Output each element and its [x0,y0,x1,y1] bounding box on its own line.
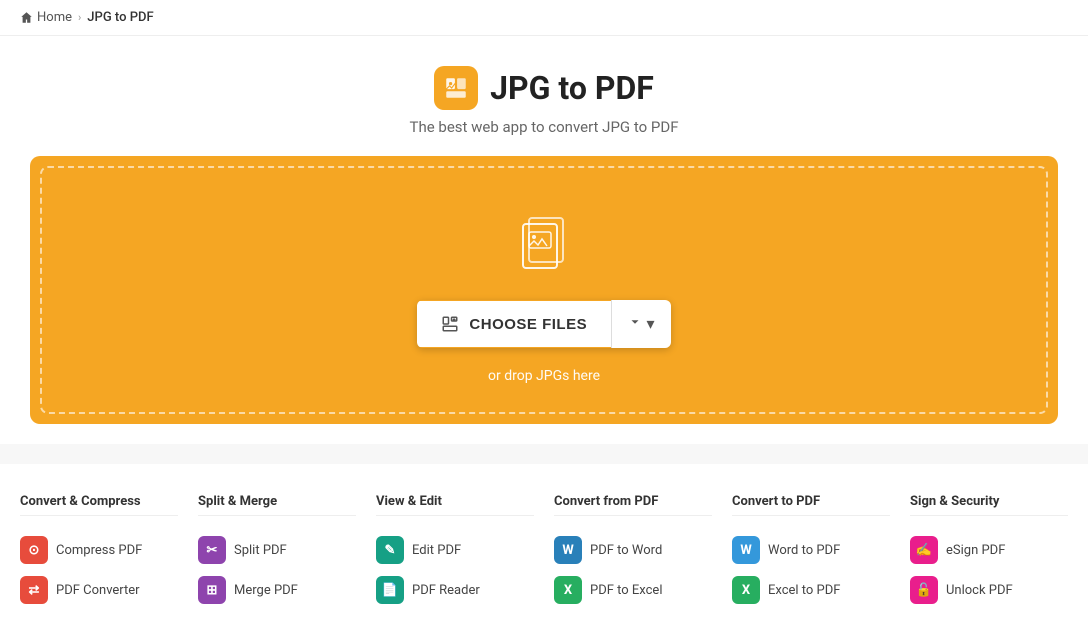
breadcrumb: Home › JPG to PDF [0,0,1088,36]
tool-icon-0-0: ⊙ [20,536,48,564]
tool-label-0-0: Compress PDF [56,543,142,558]
tool-item-3-0[interactable]: W PDF to Word [554,530,712,570]
tools-column-title-2: View & Edit [376,494,534,516]
tool-icon-3-0: W [554,536,582,564]
tools-column-5: Sign & Security ✍ eSign PDF 🔓 Unlock PDF [910,494,1068,610]
tools-column-title-1: Split & Merge [198,494,356,516]
tools-column-title-0: Convert & Compress [20,494,178,516]
tool-icon-2-0: ✎ [376,536,404,564]
tool-label-1-0: Split PDF [234,543,287,558]
tool-label-5-0: eSign PDF [946,543,1005,558]
tool-item-5-0[interactable]: ✍ eSign PDF [910,530,1068,570]
tools-column-1: Split & Merge ✂ Split PDF ⊞ Merge PDF [198,494,356,610]
hero-subtitle: The best web app to convert JPG to PDF [20,118,1068,136]
hero-title-wrapper: JPG to PDF [20,66,1068,110]
tool-item-2-0[interactable]: ✎ Edit PDF [376,530,534,570]
tools-column-4: Convert to PDF W Word to PDF X Excel to PDF [732,494,890,610]
breadcrumb-current: JPG to PDF [87,10,153,25]
tools-grid: Convert & Compress ⊙ Compress PDF ⇄ PDF Conv… [20,494,1068,610]
chevron-down-icon [628,315,642,329]
choose-files-label: CHOOSE FILES [469,316,587,333]
tools-column-title-3: Convert from PDF [554,494,712,516]
tool-icon-1-0: ✂ [198,536,226,564]
upload-files-icon [509,206,579,276]
logo-icon [443,75,469,101]
tool-label-0-1: PDF Converter [56,583,140,598]
tool-icon-3-1: X [554,576,582,604]
tools-column-2: View & Edit ✎ Edit PDF 📄 PDF Reader [376,494,534,610]
tool-icon-0-1: ⇄ [20,576,48,604]
tool-icon-2-1: 📄 [376,576,404,604]
breadcrumb-home-label: Home [37,10,72,25]
tool-item-5-1[interactable]: 🔓 Unlock PDF [910,570,1068,610]
tool-item-4-1[interactable]: X Excel to PDF [732,570,890,610]
tool-label-4-0: Word to PDF [768,543,840,558]
tool-label-3-0: PDF to Word [590,543,662,558]
tool-icon-4-1: X [732,576,760,604]
tool-icon-1-1: ⊞ [198,576,226,604]
tool-item-3-1[interactable]: X PDF to Excel [554,570,712,610]
hero-section: JPG to PDF The best web app to convert J… [0,36,1088,444]
tool-item-1-1[interactable]: ⊞ Merge PDF [198,570,356,610]
tool-icon-5-1: 🔓 [910,576,938,604]
breadcrumb-separator: › [78,11,81,24]
choose-files-button[interactable]: CHOOSE FILES [417,301,611,347]
tool-label-3-1: PDF to Excel [590,583,662,598]
breadcrumb-home-link[interactable]: Home [20,10,72,25]
tools-column-3: Convert from PDF W PDF to Word X PDF to Exce… [554,494,712,610]
tools-column-0: Convert & Compress ⊙ Compress PDF ⇄ PDF Conv… [20,494,178,610]
page-title: JPG to PDF [490,69,654,107]
tools-column-title-4: Convert to PDF [732,494,890,516]
upload-icon [441,315,459,333]
tool-item-4-0[interactable]: W Word to PDF [732,530,890,570]
app-logo [434,66,478,110]
tool-item-1-0[interactable]: ✂ Split PDF [198,530,356,570]
tool-item-0-1[interactable]: ⇄ PDF Converter [20,570,178,610]
file-upload-icon [509,206,579,280]
tool-icon-5-0: ✍ [910,536,938,564]
choose-files-dropdown[interactable]: ▾ [611,300,670,348]
drop-hint-text: or drop JPGs here [488,368,600,384]
tool-icon-4-0: W [732,536,760,564]
tool-item-0-0[interactable]: ⊙ Compress PDF [20,530,178,570]
tool-item-2-1[interactable]: 📄 PDF Reader [376,570,534,610]
tool-label-5-1: Unlock PDF [946,583,1013,598]
tool-label-2-0: Edit PDF [412,543,461,558]
drop-zone[interactable]: CHOOSE FILES ▾ or drop JPGs here [30,156,1058,424]
choose-files-wrapper: CHOOSE FILES ▾ [417,300,670,348]
tools-column-title-5: Sign & Security [910,494,1068,516]
tool-label-1-1: Merge PDF [234,583,298,598]
tool-label-2-1: PDF Reader [412,583,480,598]
home-icon [20,11,33,24]
tool-label-4-1: Excel to PDF [768,583,840,598]
tools-section: Convert & Compress ⊙ Compress PDF ⇄ PDF Conv… [0,464,1088,640]
